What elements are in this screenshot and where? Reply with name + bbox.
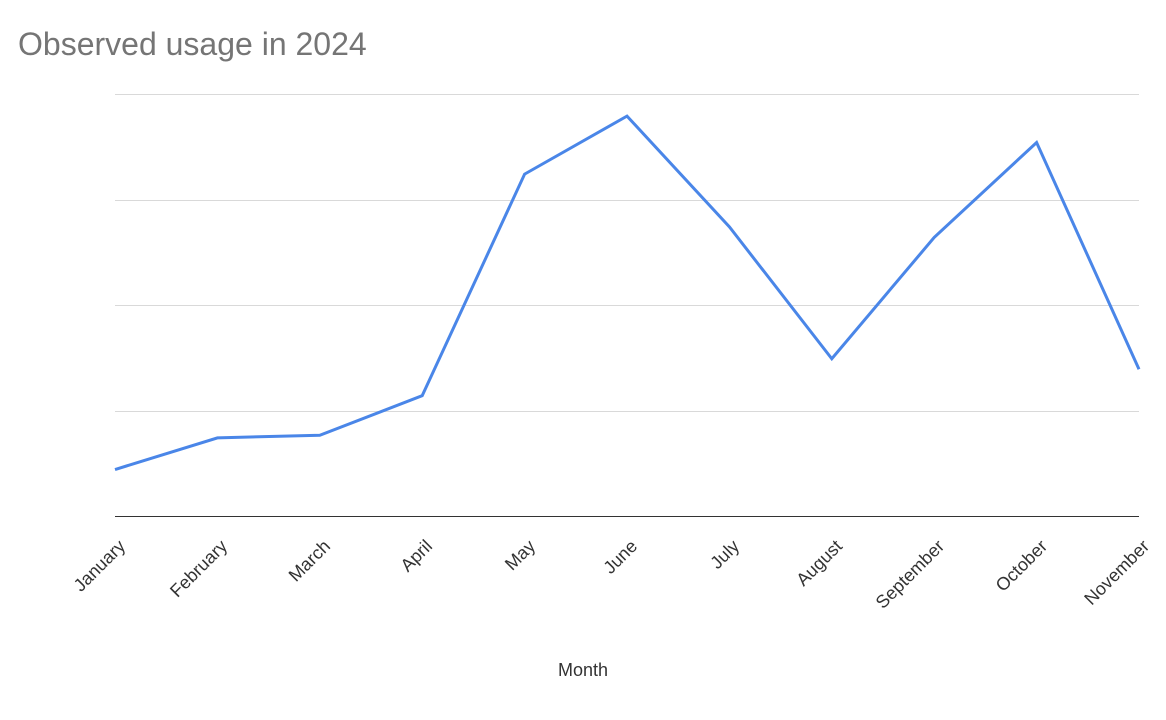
chart-line (115, 116, 1139, 469)
x-tick-label: August (792, 536, 846, 590)
chart-title: Observed usage in 2024 (18, 26, 367, 63)
x-tick-label: October (991, 536, 1051, 596)
x-axis-title: Month (558, 660, 608, 681)
x-tick-label: November (1080, 536, 1154, 610)
x-tick-label: February (166, 536, 232, 602)
x-tick-label: July (707, 536, 744, 573)
x-tick-label: September (872, 536, 949, 613)
chart-line-svg (115, 95, 1139, 517)
x-tick-label: April (397, 536, 437, 576)
plot-area (115, 95, 1139, 517)
x-tick-label: January (70, 536, 130, 596)
x-tick-label: June (599, 536, 641, 578)
x-tick-labels: JanuaryFebruaryMarchAprilMayJuneJulyAugu… (115, 530, 1139, 650)
x-tick-label: March (284, 536, 334, 586)
x-tick-label: May (501, 536, 540, 575)
